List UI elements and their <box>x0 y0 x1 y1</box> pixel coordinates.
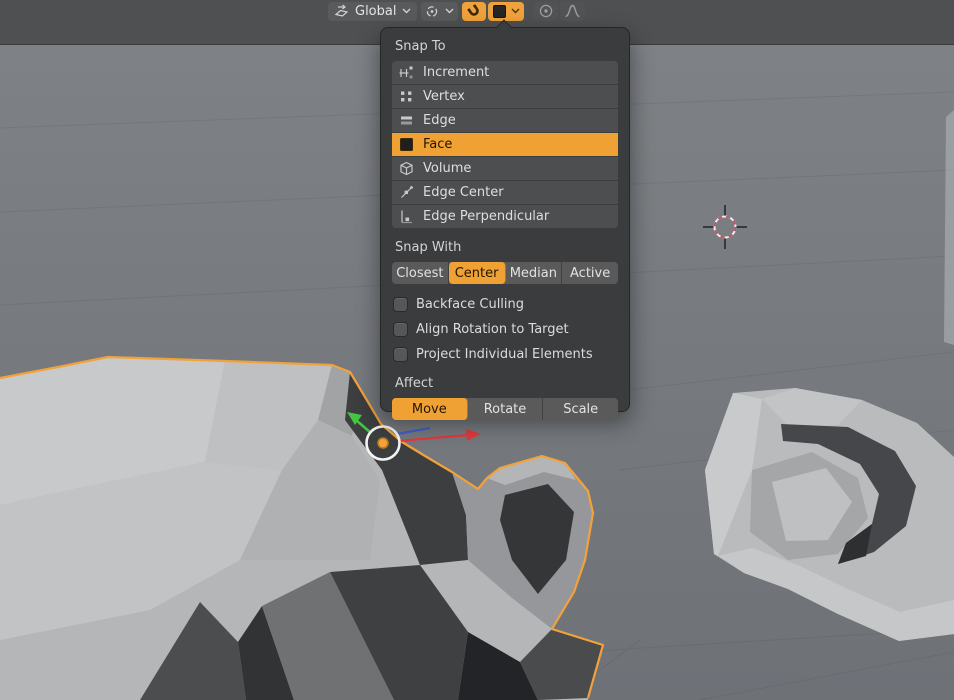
snap-with-active[interactable]: Active <box>562 262 618 284</box>
magnet-icon <box>467 4 480 16</box>
chevron-down-icon <box>445 8 454 14</box>
increment-icon <box>399 66 413 79</box>
menu-item-volume[interactable]: Volume <box>392 157 618 180</box>
affect-rotate[interactable]: Rotate <box>468 398 544 420</box>
checkbox-label: Align Rotation to Target <box>416 322 569 337</box>
edge-icon <box>401 116 412 125</box>
menu-item-face[interactable]: Face <box>392 133 618 156</box>
snap-with-closest[interactable]: Closest <box>392 262 449 284</box>
menu-item-label: Edge Perpendicular <box>423 209 550 224</box>
menu-item-edge[interactable]: Edge <box>392 109 618 132</box>
menu-item-label: Edge Center <box>423 185 504 200</box>
snap-with-segmented-control: Closest Center Median Active <box>392 262 618 284</box>
chevron-down-icon <box>402 8 411 14</box>
menu-item-edge-center[interactable]: Edge Center <box>392 181 618 204</box>
backface-culling-row[interactable]: Backface Culling <box>393 292 617 317</box>
snap-toggle-button[interactable] <box>462 1 487 21</box>
chevron-down-icon <box>511 8 520 14</box>
snap-with-center[interactable]: Center <box>448 262 506 284</box>
snap-with-section-label: Snap With <box>395 240 462 255</box>
checkbox-label: Backface Culling <box>416 297 525 312</box>
falloff-curve-icon <box>565 4 581 18</box>
menu-item-label: Volume <box>423 161 472 176</box>
proportional-editing-group <box>534 1 586 21</box>
menu-item-label: Face <box>423 137 453 152</box>
snap-to-dropdown-button[interactable] <box>488 1 525 21</box>
backface-culling-checkbox[interactable] <box>393 297 408 312</box>
checkbox-label: Project Individual Elements <box>416 347 593 362</box>
affect-section-label: Affect <box>395 376 434 391</box>
affect-segmented-control: Move Rotate Scale <box>392 398 618 420</box>
transform-orientation-icon <box>334 4 349 17</box>
snap-toolbar: Global <box>328 1 586 21</box>
menu-item-label: Vertex <box>423 89 465 104</box>
snap-controls-group <box>462 1 525 21</box>
orientation-label: Global <box>355 3 397 19</box>
vertex-icon <box>401 91 412 102</box>
snap-to-section-label: Snap To <box>395 39 446 54</box>
snap-with-median[interactable]: Median <box>506 262 563 284</box>
menu-item-vertex[interactable]: Vertex <box>392 85 618 108</box>
align-rotation-row[interactable]: Align Rotation to Target <box>393 317 617 342</box>
pivot-point-dropdown[interactable] <box>421 1 459 21</box>
menu-item-label: Edge <box>423 113 456 128</box>
proportional-editing-icon <box>540 4 553 18</box>
menu-item-increment[interactable]: Increment <box>392 61 618 84</box>
snap-to-menu: Increment Vertex Edge Face Volume Edge C… <box>392 61 618 228</box>
edge-perpendicular-icon <box>401 210 412 224</box>
menu-item-label: Increment <box>423 65 490 80</box>
affect-scale[interactable]: Scale <box>543 398 618 420</box>
proportional-falloff-dropdown[interactable] <box>560 1 586 21</box>
project-individual-row[interactable]: Project Individual Elements <box>393 342 617 367</box>
project-individual-checkbox[interactable] <box>393 347 408 362</box>
transform-orientation-dropdown[interactable]: Global <box>328 1 418 21</box>
snap-option-checkboxes: Backface Culling Align Rotation to Targe… <box>393 292 617 367</box>
gizmo-center-dot[interactable] <box>377 437 389 449</box>
snap-popover: Snap To Increment Vertex Edge Face Volum… <box>380 19 630 420</box>
edge-center-icon <box>401 186 413 198</box>
face-icon <box>400 138 413 151</box>
proportional-editing-toggle[interactable] <box>534 1 559 21</box>
pivot-point-icon <box>427 5 438 17</box>
volume-icon <box>400 161 413 176</box>
blender-window: Global Snap To Increment Vertex Edge Fac… <box>0 0 954 700</box>
affect-move[interactable]: Move <box>392 398 468 420</box>
snap-face-icon <box>493 4 507 18</box>
menu-item-edge-perpendicular[interactable]: Edge Perpendicular <box>392 205 618 228</box>
align-rotation-checkbox[interactable] <box>393 322 408 337</box>
